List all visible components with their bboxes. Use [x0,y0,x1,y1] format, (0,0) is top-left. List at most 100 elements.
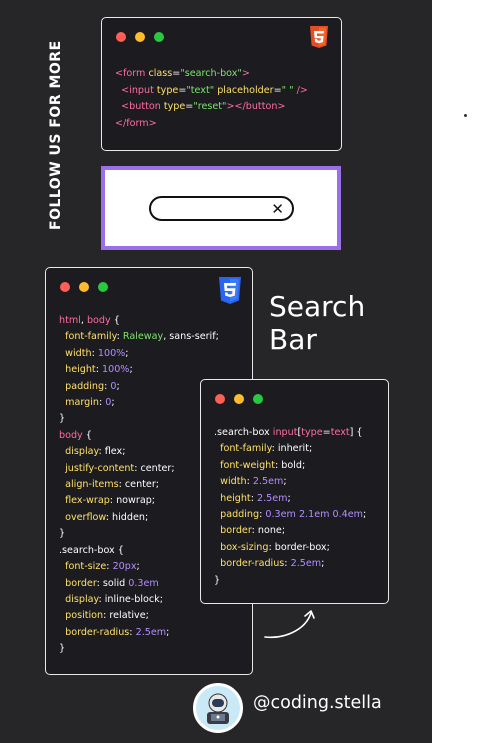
reset-button[interactable]: ✕ [271,199,284,219]
social-handle: @coding.stella [253,693,382,713]
code-token: = [273,84,282,96]
code-line: padding: 0; [59,379,219,395]
code-token: : inline-block; [98,593,163,605]
code-token: : flex; [98,446,126,458]
code-token: width [220,476,247,488]
code-line: <form class="search-box"> [115,66,308,83]
code-token: flex-wrap [65,495,110,507]
code-token: 2.5em [257,492,288,504]
code-token: font-size [65,561,107,573]
code-line: font-weight: bold; [214,458,366,474]
code-line: <input type="text" placeholder=" " /> [115,83,308,100]
code-token: : relative; [103,610,149,622]
code-line: position: relative; [59,608,219,624]
code-token: "text" [186,84,215,96]
close-dot-icon [116,32,126,42]
code-line: html, body { [59,313,219,329]
code-token: text [330,427,350,438]
code-token: } [214,574,221,586]
search-preview-panel: ✕ [101,166,341,250]
code-token: ></button> [226,101,286,112]
code-token: html [59,315,81,326]
code-token: align-items [65,479,119,491]
code-line: font-family: Raleway, sans-serif; [59,329,219,345]
code-token: , sans-serif; [163,331,219,343]
code-token: font-family [65,331,117,343]
code-token: border [65,577,97,589]
code-token: placeholder [217,84,274,96]
code-line: height: 100%; [59,362,219,378]
poster-background: FOLLOW US FOR MORE <form class="search-b… [0,0,432,743]
code-token: } [59,528,66,540]
code-token: padding [220,509,260,521]
code-line: border-radius: 2.5em; [59,625,219,641]
code-token: ; [129,364,133,376]
code-token: ; [111,397,115,409]
code-token: ; [287,492,291,504]
code-token: type [301,427,323,438]
css3-icon [219,277,241,304]
code-token: ; [136,561,140,573]
code-token: 100% [97,347,126,359]
code-token: : inherit; [271,443,313,455]
code-token: font-family [220,443,272,455]
code-token: height [220,492,251,504]
close-dot-icon [215,394,225,404]
code-line: font-size: 20px; [59,559,219,575]
code-token: : hidden; [105,511,149,523]
code-token: = [322,427,331,438]
code-line: border: none; [214,523,366,539]
code-line: body { [59,428,219,444]
code-line: .search-box { [59,543,219,559]
code-token: : none; [251,525,286,537]
window-controls [116,32,164,42]
code-line: display: flex; [59,444,219,460]
code-token: position [65,610,104,622]
code-line: .search-box input[type=text] { [214,425,366,441]
minimize-dot-icon [79,282,89,292]
code-line: overflow: hidden; [59,510,219,526]
code-line: width: 100%; [59,346,219,362]
code-token: class [148,68,173,79]
code-line: margin: 0; [59,395,219,411]
maximize-dot-icon [98,282,108,292]
code-token: ; [116,380,120,392]
code-line: padding: 0.3em 2.1em 0.4em; [214,507,366,523]
code-token: 100% [102,364,130,376]
code-line: box-sizing: border-box; [214,540,366,556]
html-code-card: <form class="search-box"> <input type = "t… [101,17,342,151]
code-token: ] { [349,427,363,438]
code-token: : border-box; [268,541,330,553]
code-line: align-items: center; [59,477,219,493]
maximize-dot-icon [154,32,164,42]
code-token: ; [125,347,129,359]
code-token: .search-box { [59,544,124,556]
code-line: } [59,641,219,657]
search-input[interactable]: ✕ [149,196,294,221]
title-line-1: Search [269,290,366,323]
css-code-block-input: .search-box input[type=text] { font-fami… [214,425,366,589]
code-token: .search-box [214,427,273,438]
css-code-block-main: html, body { font-family: Raleway, sans-… [59,313,219,658]
code-token: body [86,315,111,326]
code-token: " " [281,84,294,96]
code-token: 0.3em 2.1em 0.4em [265,509,364,521]
code-token: input [272,427,298,438]
code-token: <button [121,101,164,112]
code-line: border-radius: 2.5em; [214,556,366,572]
code-token: 2.5em [135,626,167,638]
code-token: border [220,525,252,537]
code-token: : nowrap; [109,495,156,507]
code-token: </form> [115,117,157,129]
code-token: ; [363,509,367,521]
code-token: font-weight [220,459,276,471]
code-token: body [59,429,83,441]
curved-arrow-icon [264,610,315,639]
code-line: border: solid 0.3em [59,576,219,592]
code-token: /> [296,84,308,96]
css-code-card-input: .search-box input[type=text] { font-fami… [200,379,389,604]
code-token: box-sizing [220,541,269,553]
code-token: border-radius [65,626,130,638]
code-line: } [214,573,366,589]
maximize-dot-icon [253,394,263,404]
